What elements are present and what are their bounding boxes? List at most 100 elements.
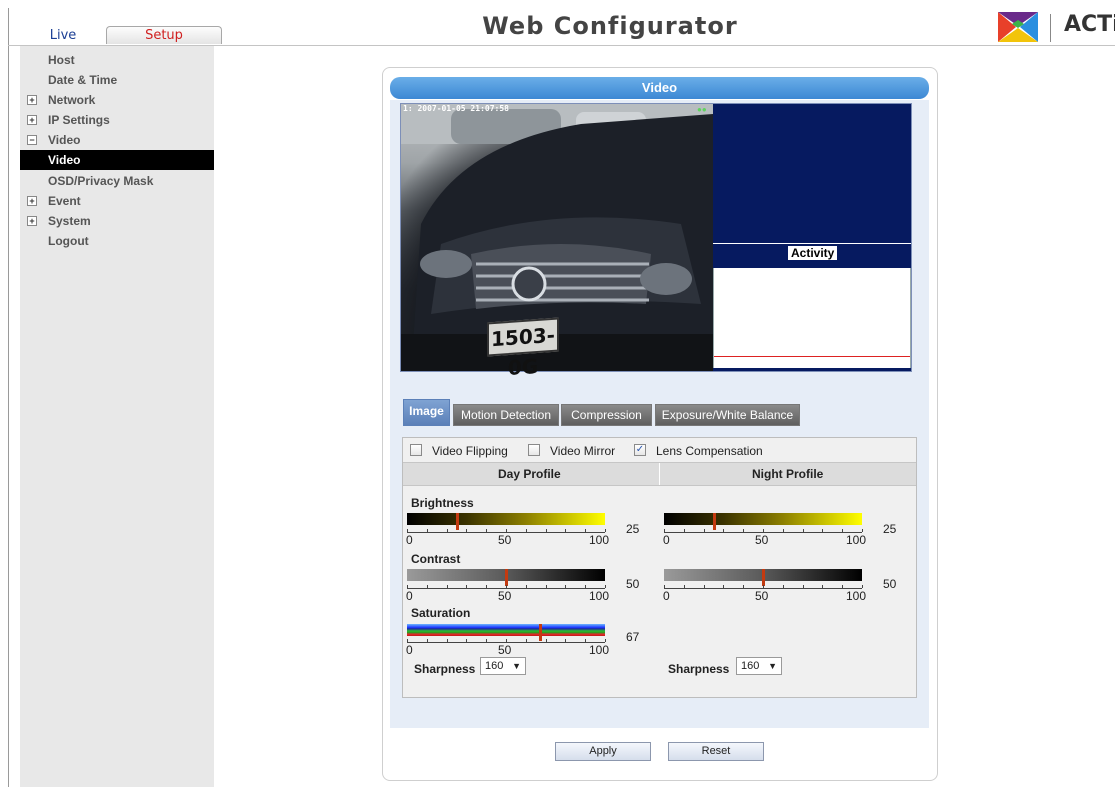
sidebar-item-date-time[interactable]: Date & Time [20,70,214,90]
slider-tick [664,585,665,588]
scale-mid: 50 [755,589,769,603]
reset-button[interactable]: Reset [668,742,764,761]
sidebar-item-label: System [48,214,91,228]
slider-tick [704,529,705,532]
day-contrast-handle[interactable] [505,569,508,586]
night-sharpness-value: 160 [741,660,760,672]
sidebar-item-ip-settings[interactable]: + IP Settings [20,110,214,130]
video-timestamp: 1: 2007-01-05 21:07:58 [403,104,509,113]
night-brightness-slider[interactable] [664,513,862,525]
day-sharpness-label: Sharpness [414,662,476,676]
slider-tick [565,529,566,532]
night-brightness-value: 25 [883,522,897,536]
sidebar-item-video[interactable]: Video [20,150,214,170]
sidebar-item-host[interactable]: Host [20,50,214,70]
slider-tick [723,529,724,532]
sidebar-item-label: Logout [48,234,89,248]
sidebar-item-logout[interactable]: Logout [20,231,214,251]
day-saturation-handle[interactable] [538,624,542,641]
night-sharpness-select[interactable]: 160 ▼ [736,657,782,675]
video-mirror-label: Video Mirror [550,444,616,458]
scale-min: 0 [663,589,670,603]
day-saturation-value: 67 [626,630,640,644]
tab-motion-detection[interactable]: Motion Detection [453,404,559,426]
expand-icon[interactable]: + [27,115,37,125]
slider-tick [684,585,685,588]
day-contrast-value: 50 [626,577,640,591]
slider-tick [447,585,448,588]
slider-tick [466,585,467,588]
chevron-down-icon: ▼ [768,661,777,671]
sidebar-item-network[interactable]: + Network [20,90,214,110]
scale-max: 100 [589,643,610,657]
scale-mid: 50 [498,589,512,603]
slider-tick [506,585,507,588]
slider-tick [427,529,428,532]
sidebar-item-label: Network [48,93,96,107]
scale-min: 0 [406,533,413,547]
contrast-label: Contrast [411,552,461,566]
expand-icon[interactable]: + [27,196,37,206]
sidebar-item-label: Video [48,153,81,167]
acti-logo-icon [998,12,1038,42]
slider-tick [565,639,566,642]
sidebar-item-label: IP Settings [48,113,110,127]
day-sharpness-select[interactable]: 160 ▼ [480,657,526,675]
slider-tick [842,585,843,588]
tab-live[interactable]: Live [22,26,104,44]
video-flipping-checkbox[interactable] [410,444,422,456]
slider-tick [822,529,823,532]
sidebar-item-system[interactable]: + System [20,211,214,231]
night-profile-title: Night Profile [752,467,824,481]
scale-min: 0 [406,643,413,657]
slider-tick [526,529,527,532]
tab-exposure-white-balance[interactable]: Exposure/White Balance [655,404,800,426]
day-profile-title: Day Profile [498,467,561,481]
sidebar-item-label: OSD/Privacy Mask [48,174,154,188]
slider-tick [585,639,586,642]
slider-tick [466,639,467,642]
lens-compensation-checkbox[interactable]: ✓ [634,444,646,456]
slider-tick [605,639,606,642]
slider-tick [407,585,408,588]
tab-compression[interactable]: Compression [561,404,652,426]
slider-tick [506,529,507,532]
slider-tick [407,639,408,642]
expand-icon[interactable]: + [27,216,37,226]
slider-tick [546,639,547,642]
slider-tick [684,529,685,532]
slider-tick [546,585,547,588]
slider-tick [822,585,823,588]
tab-setup[interactable]: Setup [106,26,222,44]
activity-graph [713,268,911,368]
collapse-icon[interactable]: − [27,135,37,145]
day-saturation-slider[interactable] [407,624,605,636]
slider-tick [763,529,764,532]
night-contrast-handle[interactable] [762,569,765,586]
slider-tick [546,529,547,532]
video-mirror-checkbox[interactable] [528,444,540,456]
sidebar-item-event[interactable]: + Event [20,191,214,211]
slider-tick [427,585,428,588]
section-title: Video [390,77,929,99]
day-brightness-handle[interactable] [455,513,459,530]
slider-tick [447,529,448,532]
day-brightness-slider[interactable] [407,513,605,525]
expand-icon[interactable]: + [27,95,37,105]
slider-tick [743,529,744,532]
night-brightness-handle[interactable] [712,513,716,530]
saturation-label: Saturation [411,606,471,620]
sidebar-item-osd-privacy-mask[interactable]: OSD/Privacy Mask [20,171,214,191]
slider-tick [486,639,487,642]
sidebar-item-video-group[interactable]: − Video [20,130,214,150]
slider-tick [862,529,863,532]
scale-mid: 50 [498,643,512,657]
sidebar-item-label: Host [48,53,75,67]
slider-tick [526,585,527,588]
day-sharpness-value: 160 [485,660,504,672]
apply-button[interactable]: Apply [555,742,651,761]
scale-max: 100 [846,533,867,547]
slider-tick [664,529,665,532]
tab-image[interactable]: Image [403,399,450,426]
slider-tick [842,529,843,532]
